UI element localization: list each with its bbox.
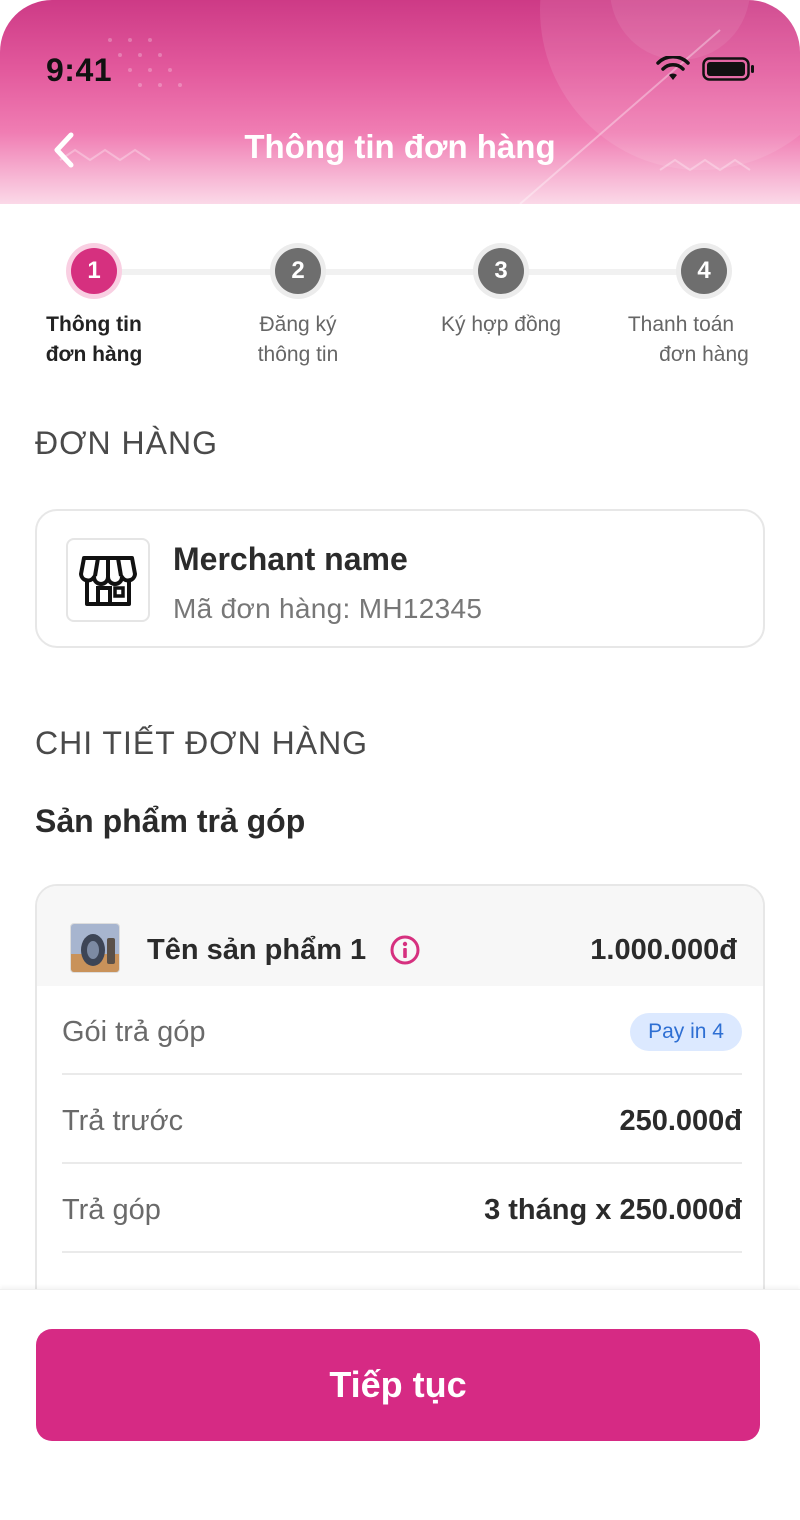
installment-row: Trả góp 3 tháng x 250.000đ [62,1164,742,1253]
page-title: Thông tin đơn hàng [244,128,556,165]
progress-stepper: 1 Thông tin đơn hàng 2 Đăng ký thông tin… [0,238,800,378]
header-decoration [59,0,800,204]
status-icons [656,56,756,82]
detail-section-title: CHI TIẾT ĐƠN HÀNG [35,725,369,761]
step-1: 1 Thông tin đơn hàng [4,238,184,370]
step-label: Thanh toán đơn hàng [566,310,796,370]
product-image [71,924,119,972]
step-label-line: đơn hàng [45,343,143,366]
bottom-action-bar: Tiếp tục [0,1289,800,1520]
product-thumbnail [70,923,120,973]
step-label-line: Đăng ký [259,313,337,336]
installment-products-title: Sản phẩm trả góp [35,803,306,839]
plan-badge: Pay in 4 [630,1013,742,1051]
step-number: 2 [275,248,321,294]
step-number: 3 [478,248,524,294]
step-label: Đăng ký thông tin [208,310,388,370]
step-label: Ký hợp đồng [411,310,591,340]
down-payment-row: Trả trước 250.000đ [62,1075,742,1164]
product-card: Tên sản phẩm 1 1.000.000đ Gói trả góp Pa… [35,884,765,1324]
step-label: Thông tin đơn hàng [4,310,184,370]
step-number: 4 [681,248,727,294]
step-2: 2 Đăng ký thông tin [208,238,388,370]
status-time: 9:41 [46,52,113,88]
step-4: 4 Thanh toán đơn hàng [596,238,796,370]
store-icon [66,538,150,622]
row-value: 250.000đ [619,1105,742,1137]
app-header: 9:41 Thông tin đơn hàng [0,0,800,204]
step-label-line: Thông tin [46,313,142,336]
step-label-line: Ký hợp đồng [440,313,562,336]
row-value: 3 tháng x 250.000đ [484,1194,742,1226]
continue-button[interactable]: Tiếp tục [36,1329,760,1441]
row-label: Trả trước [62,1105,184,1137]
store-icon-graphic [79,556,137,606]
info-icon[interactable] [389,934,421,966]
step-label-line: Thanh toán [627,313,735,336]
product-header: Tên sản phẩm 1 1.000.000đ [37,886,763,986]
step-label-line: đơn hàng [659,343,749,366]
step-3: 3 Ký hợp đồng [411,238,591,340]
order-code: Mã đơn hàng: MH12345 [173,593,483,624]
order-section-title: ĐƠN HÀNG [35,425,218,461]
step-number: 1 [71,248,117,294]
step-label-line: thông tin [257,343,339,366]
product-price: 1.000.000đ [590,934,737,966]
installment-plan-row: Gói trả góp Pay in 4 [62,986,742,1075]
merchant-card: Merchant name Mã đơn hàng: MH12345 [35,509,765,648]
battery-icon [702,57,754,81]
row-label: Gói trả góp [62,1016,206,1048]
merchant-name: Merchant name [173,541,408,577]
wifi-icon [656,56,690,80]
product-name: Tên sản phẩm 1 [147,934,367,966]
row-label: Trả góp [62,1194,161,1226]
